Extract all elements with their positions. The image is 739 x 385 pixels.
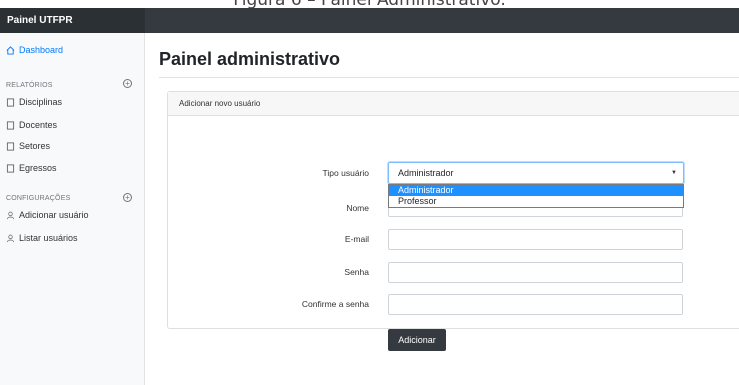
senha-label: Senha — [344, 267, 369, 277]
sidebar-item-listar-usuarios[interactable]: Listar usuários — [6, 233, 78, 243]
adicionar-button[interactable]: Adicionar — [388, 329, 446, 351]
senha-field[interactable] — [388, 262, 683, 283]
sidebar-item-label: Adicionar usuário — [19, 210, 89, 220]
dropdown-option-professor[interactable]: Professor — [389, 196, 683, 207]
reports-heading: RELATÓRIOS — [6, 82, 53, 89]
tipo-usuario-label: Tipo usuário — [322, 168, 369, 178]
sidebar: Dashboard RELATÓRIOS + Disciplinas Docen… — [0, 33, 145, 385]
sidebar-item-disciplinas[interactable]: Disciplinas — [6, 97, 62, 107]
sidebar-item-label: Setores — [19, 141, 51, 151]
card-header: Adicionar novo usuário — [168, 92, 739, 116]
brand-title[interactable]: Painel UTFPR — [0, 8, 145, 33]
sidebar-item-label: Dashboard — [19, 45, 64, 55]
page-title: Painel administrativo — [159, 49, 341, 69]
sidebar-item-label: Egressos — [19, 163, 57, 173]
sidebar-item-label: Disciplinas — [19, 97, 63, 107]
sidebar-item-label: Docentes — [19, 120, 58, 130]
add-report-icon[interactable]: + — [123, 79, 132, 88]
user-icon — [6, 234, 15, 242]
dropdown-arrow-icon: ▼ — [671, 170, 677, 176]
settings-heading: CONFIGURAÇÕES — [6, 195, 71, 202]
email-field[interactable] — [388, 229, 683, 250]
sidebar-item-label: Listar usuários — [19, 233, 78, 243]
sidebar-item-adicionar-usuario[interactable]: Adicionar usuário — [6, 210, 89, 220]
top-navbar: Painel UTFPR — [0, 8, 739, 33]
dropdown-option-administrador[interactable]: Administrador — [389, 185, 683, 196]
select-value: Administrador — [398, 168, 454, 178]
file-icon — [6, 97, 15, 107]
main-content: Painel administrativo Adicionar novo usu… — [145, 33, 739, 385]
sidebar-item-setores[interactable]: Setores — [6, 141, 50, 151]
tipo-usuario-select[interactable]: Administrador ▼ — [388, 162, 684, 184]
add-user-card: Adicionar novo usuário Tipo usuário Admi… — [167, 91, 739, 351]
tipo-usuario-dropdown: Administrador Professor — [388, 184, 684, 208]
user-icon — [6, 211, 15, 219]
confirme-senha-field[interactable] — [388, 294, 683, 315]
title-divider — [159, 77, 739, 78]
sidebar-item-egressos[interactable]: Egressos — [6, 163, 57, 173]
file-icon — [6, 163, 15, 173]
file-icon — [6, 120, 15, 130]
sidebar-item-docentes[interactable]: Docentes — [6, 120, 57, 130]
confirme-senha-label: Confirme a senha — [301, 299, 369, 309]
home-icon — [6, 45, 15, 55]
add-setting-icon[interactable]: + — [123, 193, 132, 202]
file-icon — [6, 141, 15, 151]
nome-label: Nome — [346, 203, 369, 213]
sidebar-item-dashboard[interactable]: Dashboard — [6, 45, 63, 55]
email-label: E-mail — [344, 234, 369, 244]
